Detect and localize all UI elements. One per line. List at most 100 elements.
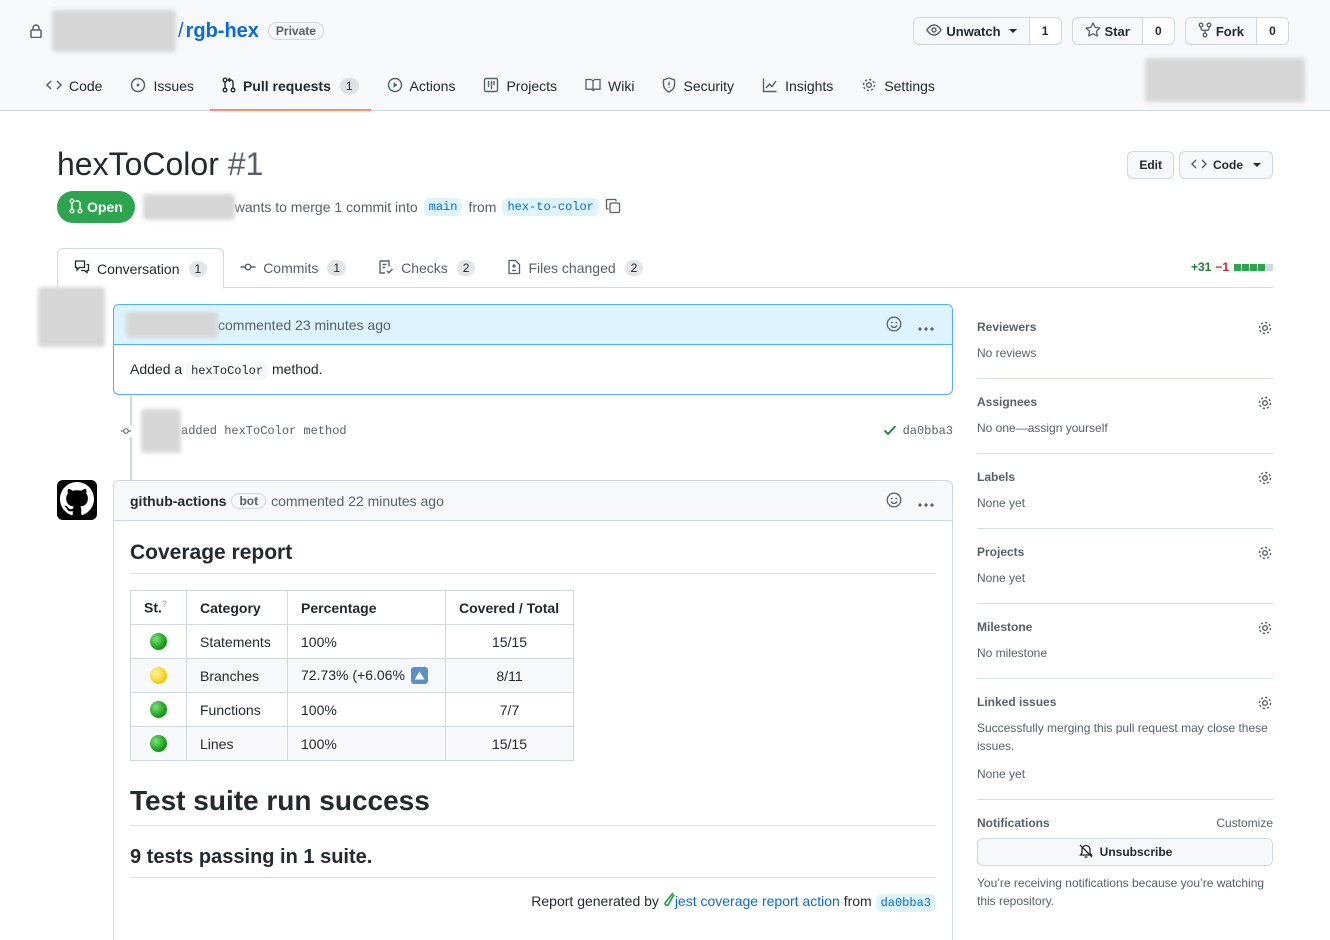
tab-commits-label: Commits [263, 260, 319, 276]
pr-title-text: hexToColor [57, 146, 219, 182]
tab-settings-label: Settings [884, 78, 935, 94]
base-branch[interactable]: main [423, 198, 463, 216]
linked-issues-title[interactable]: Linked issues [977, 695, 1273, 709]
tab-pull-requests[interactable]: Pull requests 1 [209, 68, 371, 111]
fork-button[interactable]: Fork [1184, 17, 1257, 45]
github-logo-icon [60, 481, 94, 519]
comment-author[interactable]: github-actions [130, 493, 226, 509]
labels-value: None yet [977, 496, 1026, 510]
kebab-horizontal-icon[interactable] [918, 318, 934, 334]
tab-insights[interactable]: Insights [750, 68, 845, 104]
gear-icon[interactable] [1257, 695, 1273, 714]
pr-state-row: Open wants to merge 1 commit into main f… [57, 191, 621, 223]
category-cell: Lines [186, 726, 288, 761]
sidebar-assignees: Assignees No one—assign yourself [977, 379, 1273, 454]
smiley-icon[interactable] [886, 316, 902, 335]
smiley-icon[interactable] [886, 492, 902, 511]
commit-author-avatar [141, 409, 181, 453]
repo-title-row: / rgb-hex Private [30, 10, 324, 52]
status-help-link[interactable]: ? [162, 599, 167, 609]
head-branch[interactable]: hex-to-color [502, 198, 599, 216]
footer-from: from [843, 893, 872, 909]
labels-title[interactable]: Labels [977, 470, 1273, 484]
fork-group: Fork 0 [1184, 17, 1289, 45]
unsubscribe-button[interactable]: Unsubscribe [977, 838, 1273, 866]
comment-timestamp[interactable]: commented 23 minutes ago [218, 317, 391, 333]
star-button[interactable]: Star [1071, 17, 1143, 45]
tab-files-changed[interactable]: Files changed 2 [491, 248, 659, 288]
visibility-badge: Private [267, 22, 324, 40]
from-text: from [468, 199, 497, 215]
author-redacted [142, 194, 235, 220]
tab-projects[interactable]: Projects [471, 68, 569, 104]
tab-commits[interactable]: Commits 1 [224, 248, 362, 288]
code-dropdown-button[interactable]: Code [1179, 151, 1273, 179]
pull-request-icon [69, 198, 83, 217]
tab-security[interactable]: Security [650, 68, 746, 104]
gear-icon[interactable] [1257, 470, 1273, 489]
assignees-value[interactable]: No one—assign yourself [977, 419, 1273, 437]
commit-sha[interactable]: da0bba3 [903, 424, 953, 438]
milestone-title[interactable]: Milestone [977, 620, 1273, 634]
avatar [38, 287, 105, 347]
table-row: Lines 100% 15/15 [130, 726, 574, 761]
comment-opening: commented 23 minutes ago Added a hexToCo… [113, 304, 953, 395]
comment-header: commented 23 minutes ago [114, 305, 952, 345]
fork-count[interactable]: 0 [1257, 17, 1289, 45]
edit-button[interactable]: Edit [1127, 151, 1174, 179]
issue-icon [130, 77, 146, 96]
play-icon [387, 77, 403, 96]
tab-insights-label: Insights [785, 78, 834, 94]
table-row: Branches 72.73% (+6.06% 8/11 [130, 658, 574, 693]
merge-text: wants to merge 1 commit into [234, 199, 418, 215]
tab-code[interactable]: Code [34, 68, 114, 104]
customize-link[interactable]: Customize [1216, 816, 1273, 830]
footer-sha[interactable]: da0bba3 [875, 894, 936, 912]
additions-count: +31 [1190, 260, 1212, 274]
sidebar-labels: Labels None yet [977, 454, 1273, 529]
copy-icon[interactable] [605, 198, 621, 217]
sidebar-reviewers: Reviewers No reviews [977, 304, 1273, 379]
comment-text: Added a [130, 361, 183, 377]
tab-actions[interactable]: Actions [375, 68, 468, 104]
projects-title[interactable]: Projects [977, 545, 1273, 559]
assignees-title[interactable]: Assignees [977, 395, 1273, 409]
unwatch-button[interactable]: Unwatch [913, 17, 1030, 45]
redacted-area [1145, 58, 1305, 102]
sidebar: Reviewers No reviews Assignees No one—as… [977, 304, 1273, 926]
tab-settings[interactable]: Settings [849, 68, 947, 104]
percentage-cell: 100% [287, 624, 446, 659]
gear-icon[interactable] [1257, 320, 1273, 339]
column-header: Category [186, 590, 288, 625]
pr-tabs: Conversation 1 Commits 1 Checks 2 Files … [57, 248, 1273, 289]
check-icon[interactable] [883, 424, 897, 439]
inline-code: hexToColor [186, 362, 269, 380]
repo-name-link[interactable]: rgb-hex [186, 20, 259, 43]
tab-conversation[interactable]: Conversation 1 [57, 248, 225, 289]
tab-issues[interactable]: Issues [118, 68, 205, 104]
unwatch-label: Unwatch [946, 23, 1001, 39]
reviewers-title[interactable]: Reviewers [977, 320, 1273, 334]
star-count[interactable]: 0 [1142, 17, 1175, 45]
repo-actions: Unwatch 1 Star 0 Fork 0 [913, 17, 1289, 45]
action-link[interactable]: jest coverage report action [675, 893, 840, 909]
file-diff-icon [507, 259, 521, 278]
comment-timestamp[interactable]: commented 22 minutes ago [271, 493, 444, 509]
repo-header: / rgb-hex Private Unwatch 1 Star 0 Fork [0, 0, 1330, 111]
category-cell: Branches [186, 658, 288, 693]
diffstat-bar [1233, 260, 1273, 274]
gear-icon[interactable] [1257, 620, 1273, 639]
gear-icon[interactable] [1257, 545, 1273, 564]
github-actions-avatar[interactable] [57, 480, 97, 520]
chevron-down-icon [1008, 29, 1017, 33]
tab-wiki[interactable]: Wiki [573, 68, 646, 104]
kebab-horizontal-icon[interactable] [918, 494, 934, 510]
diffstat-add-square [1250, 264, 1257, 271]
gear-icon[interactable] [1257, 395, 1273, 414]
tab-checks[interactable]: Checks 2 [362, 248, 491, 288]
category-cell: Statements [186, 624, 288, 659]
column-header: Percentage [287, 590, 446, 625]
commit-message[interactable]: added hexToColor method [181, 424, 347, 438]
star-icon [1084, 22, 1101, 40]
watch-count[interactable]: 1 [1029, 17, 1062, 45]
